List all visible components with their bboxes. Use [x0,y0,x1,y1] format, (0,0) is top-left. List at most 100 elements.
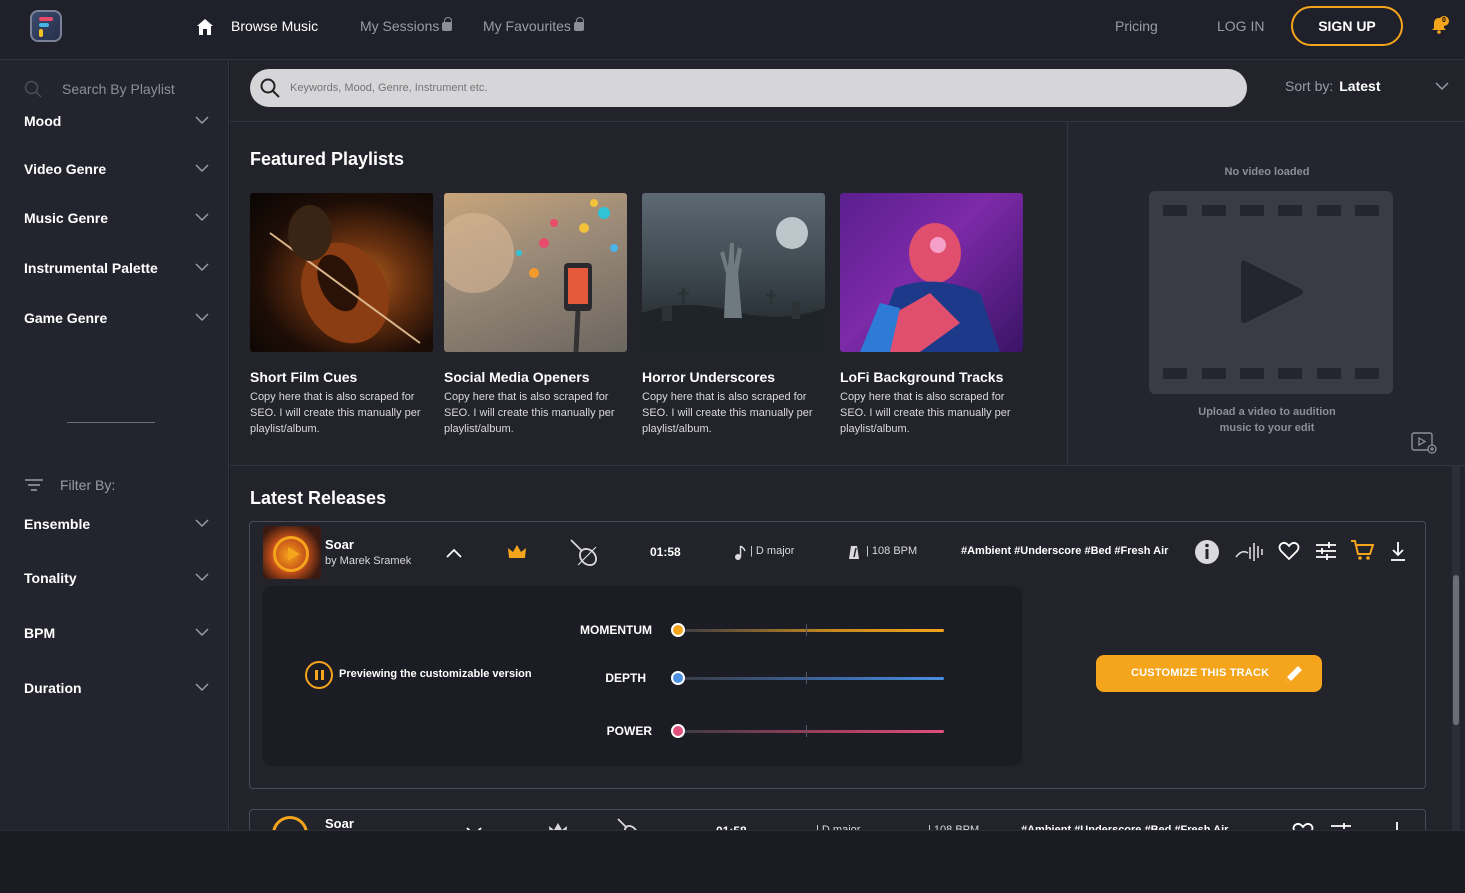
violin-icon [570,539,597,566]
playlist-thumbnail-lofi [840,193,1023,352]
power-slider[interactable] [678,730,944,733]
chevron-down-icon [195,628,209,637]
playlist-card[interactable]: Social Media Openers Copy here that is a… [444,193,627,437]
playlist-search-input[interactable]: Search By Playlist [62,81,175,97]
slider-tick [806,672,807,684]
playlist-title: Horror Underscores [642,369,776,385]
track-customizer-panel: Previewing the customizable version MOME… [262,586,1022,766]
depth-slider[interactable] [678,677,944,680]
playlist-description: Copy here that is also scraped for SEO. … [250,391,421,435]
power-slider-knob[interactable] [671,724,685,738]
filter-bpm[interactable]: BPM [24,624,209,644]
filter-label: Instrumental Palette [24,260,158,276]
slider-tick [806,624,807,636]
chevron-down-icon [195,573,209,582]
adjust-icon[interactable] [1315,541,1337,561]
chevron-down-icon [195,313,209,322]
filter-music-genre[interactable]: Music Genre [24,209,209,229]
scrollbar-thumb[interactable] [1453,575,1459,725]
sort-by-dropdown[interactable]: Sort by: Latest [1285,78,1380,94]
playlist-title: Short Film Cues [250,369,358,385]
filter-tonality[interactable]: Tonality [24,569,209,589]
chevron-down-icon [195,519,209,528]
playlist-description: Copy here that is also scraped for SEO. … [642,391,813,435]
home-icon[interactable] [195,17,215,37]
playlist-description: Copy here that is also scraped for SEO. … [840,391,1011,435]
track-bpm: | 108 BPM [866,545,918,557]
slider-label: POWER [606,724,652,738]
playlist-card[interactable]: LoFi Background Tracks Copy here that is… [840,193,1023,437]
signup-button[interactable]: SIGN UP [1291,6,1403,46]
momentum-slider-knob[interactable] [671,623,685,637]
divider [230,465,1465,466]
playlist-thumbnail-social [444,193,627,352]
sidebar: Search By Playlist Mood Video Genre Musi… [0,60,229,830]
play-icon [1241,260,1303,323]
similar-tracks-icon[interactable] [1234,539,1266,565]
scrollbar[interactable] [1452,465,1460,830]
filter-label: Music Genre [24,210,109,226]
depth-slider-knob[interactable] [671,671,685,685]
playlist-title: LoFi Background Tracks [840,369,1004,385]
filter-by-label: Filter By: [60,477,116,493]
chevron-down-icon [195,164,209,173]
chevron-down-icon [195,213,209,222]
play-button[interactable] [273,536,309,572]
filter-instrumental-palette[interactable]: Instrumental Palette [24,259,209,279]
filter-label: Tonality [24,570,77,586]
track-artwork [263,526,321,579]
sort-label: Sort by: [1285,78,1334,94]
customize-track-button[interactable]: CUSTOMIZE THIS TRACK [1096,655,1322,692]
search-input[interactable] [290,77,1190,99]
chevron-down-icon [195,263,209,272]
chevron-up-icon[interactable] [445,547,463,559]
download-icon[interactable] [1389,540,1407,562]
nav-my-favourites[interactable]: My Favourites [483,17,584,34]
filter-label: Video Genre [24,161,107,177]
playlist-title: Social Media Openers [444,369,590,385]
chevron-down-icon [195,116,209,125]
nav-login[interactable]: LOG IN [1217,18,1264,34]
upload-hint-line: music to your edit [1219,422,1315,434]
info-icon[interactable] [1194,539,1220,565]
add-video-icon[interactable] [1411,432,1437,454]
music-note-icon [735,545,746,560]
pause-icon[interactable] [305,661,333,689]
filter-icon [25,479,43,491]
playlist-card[interactable]: Horror Underscores Copy here that is als… [642,193,825,437]
pencil-icon [1286,666,1302,682]
filter-mood[interactable]: Mood [24,112,209,132]
video-status: No video loaded [1224,166,1310,178]
metronome-icon [849,546,859,559]
track-row-expanded[interactable]: Soar by Marek Sramek 01:58 | D major | 1… [249,521,1426,789]
top-navigation-bar: Browse Music My Sessions My Favourites P… [0,0,1465,60]
momentum-slider[interactable] [678,629,944,632]
filter-duration[interactable]: Duration [24,679,209,699]
chevron-down-icon [195,683,209,692]
playlist-description: Copy here that is also scraped for SEO. … [444,391,615,435]
nav-my-sessions[interactable]: My Sessions [360,17,453,34]
app-logo[interactable] [30,10,62,42]
filter-game-genre[interactable]: Game Genre [24,309,209,329]
video-upload-panel[interactable]: No video loaded Upload a video to auditi… [1067,122,1465,465]
notification-badge: 0 [1439,16,1449,26]
playlist-card[interactable]: Short Film Cues Copy here that is also s… [250,193,433,437]
filter-ensemble[interactable]: Ensemble [24,515,209,535]
track-tags[interactable]: #Ambient #Underscore #Bed #Fresh Air [961,545,1168,557]
slider-label: DEPTH [605,671,646,685]
section-title: Latest Releases [250,488,387,508]
filter-label: BPM [24,625,56,641]
chevron-down-icon[interactable] [1435,81,1449,91]
featured-playlists-section: Featured Playlists Short Film Cues Copy … [230,122,1067,465]
track-key: | D major [750,545,795,557]
music-search-bar[interactable] [250,69,1247,107]
main-content: Sort by: Latest Featured Playlists Short … [230,60,1465,852]
cart-icon[interactable] [1350,539,1374,561]
heart-icon[interactable] [1278,541,1300,561]
nav-browse-music[interactable]: Browse Music [231,18,318,34]
track-duration: 01:58 [650,545,681,559]
playlist-thumbnail-horror [642,193,825,352]
nav-pricing[interactable]: Pricing [1115,18,1158,34]
crown-icon [508,545,526,558]
filter-video-genre[interactable]: Video Genre [24,160,209,180]
